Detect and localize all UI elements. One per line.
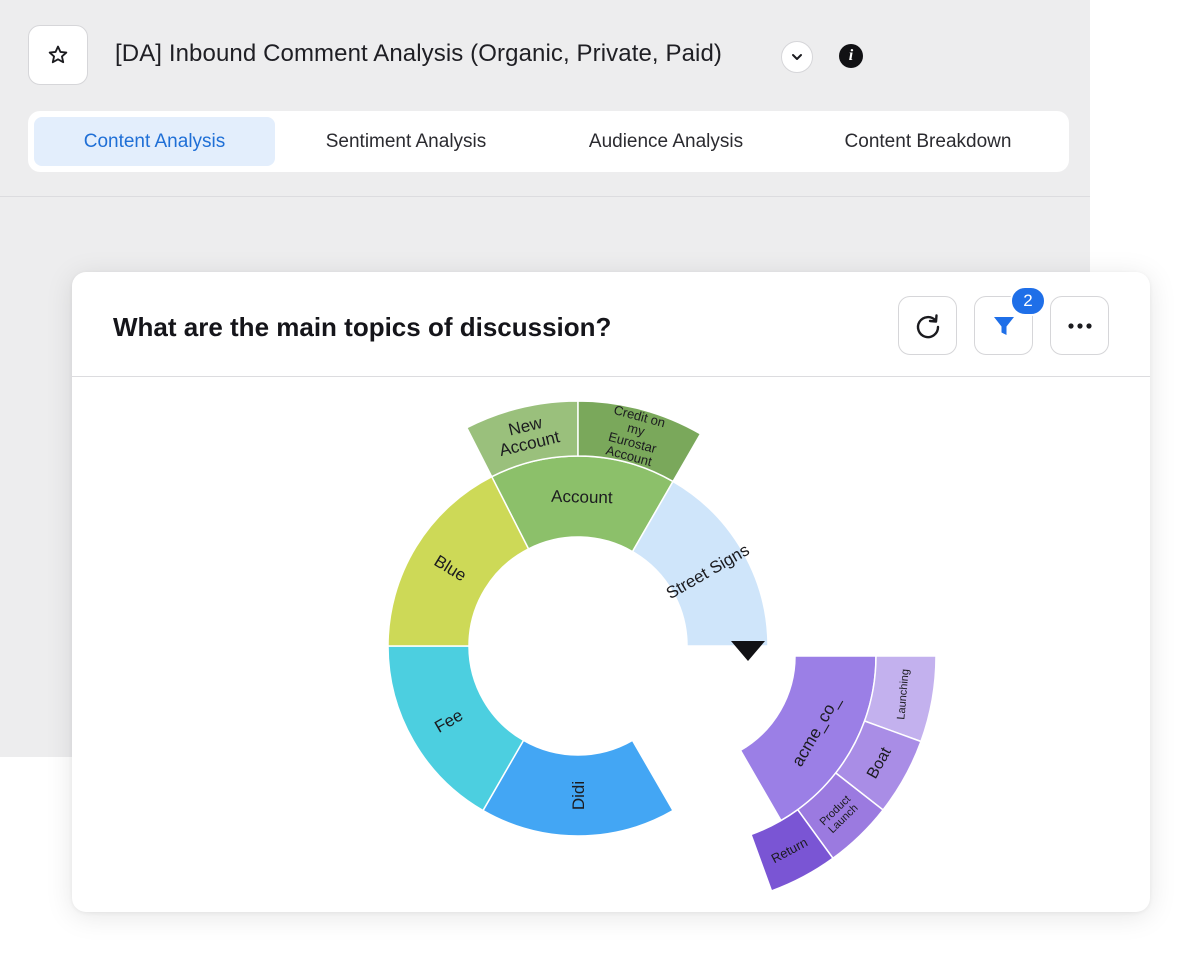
selection-pointer-icon <box>731 641 765 661</box>
topics-sunburst-chart: AccountStreet Signsacme_co_DidiFeeBlueNe… <box>387 400 937 892</box>
sunburst-label-didi: Didi <box>569 781 588 810</box>
sunburst-label-account: Account <box>551 487 613 508</box>
